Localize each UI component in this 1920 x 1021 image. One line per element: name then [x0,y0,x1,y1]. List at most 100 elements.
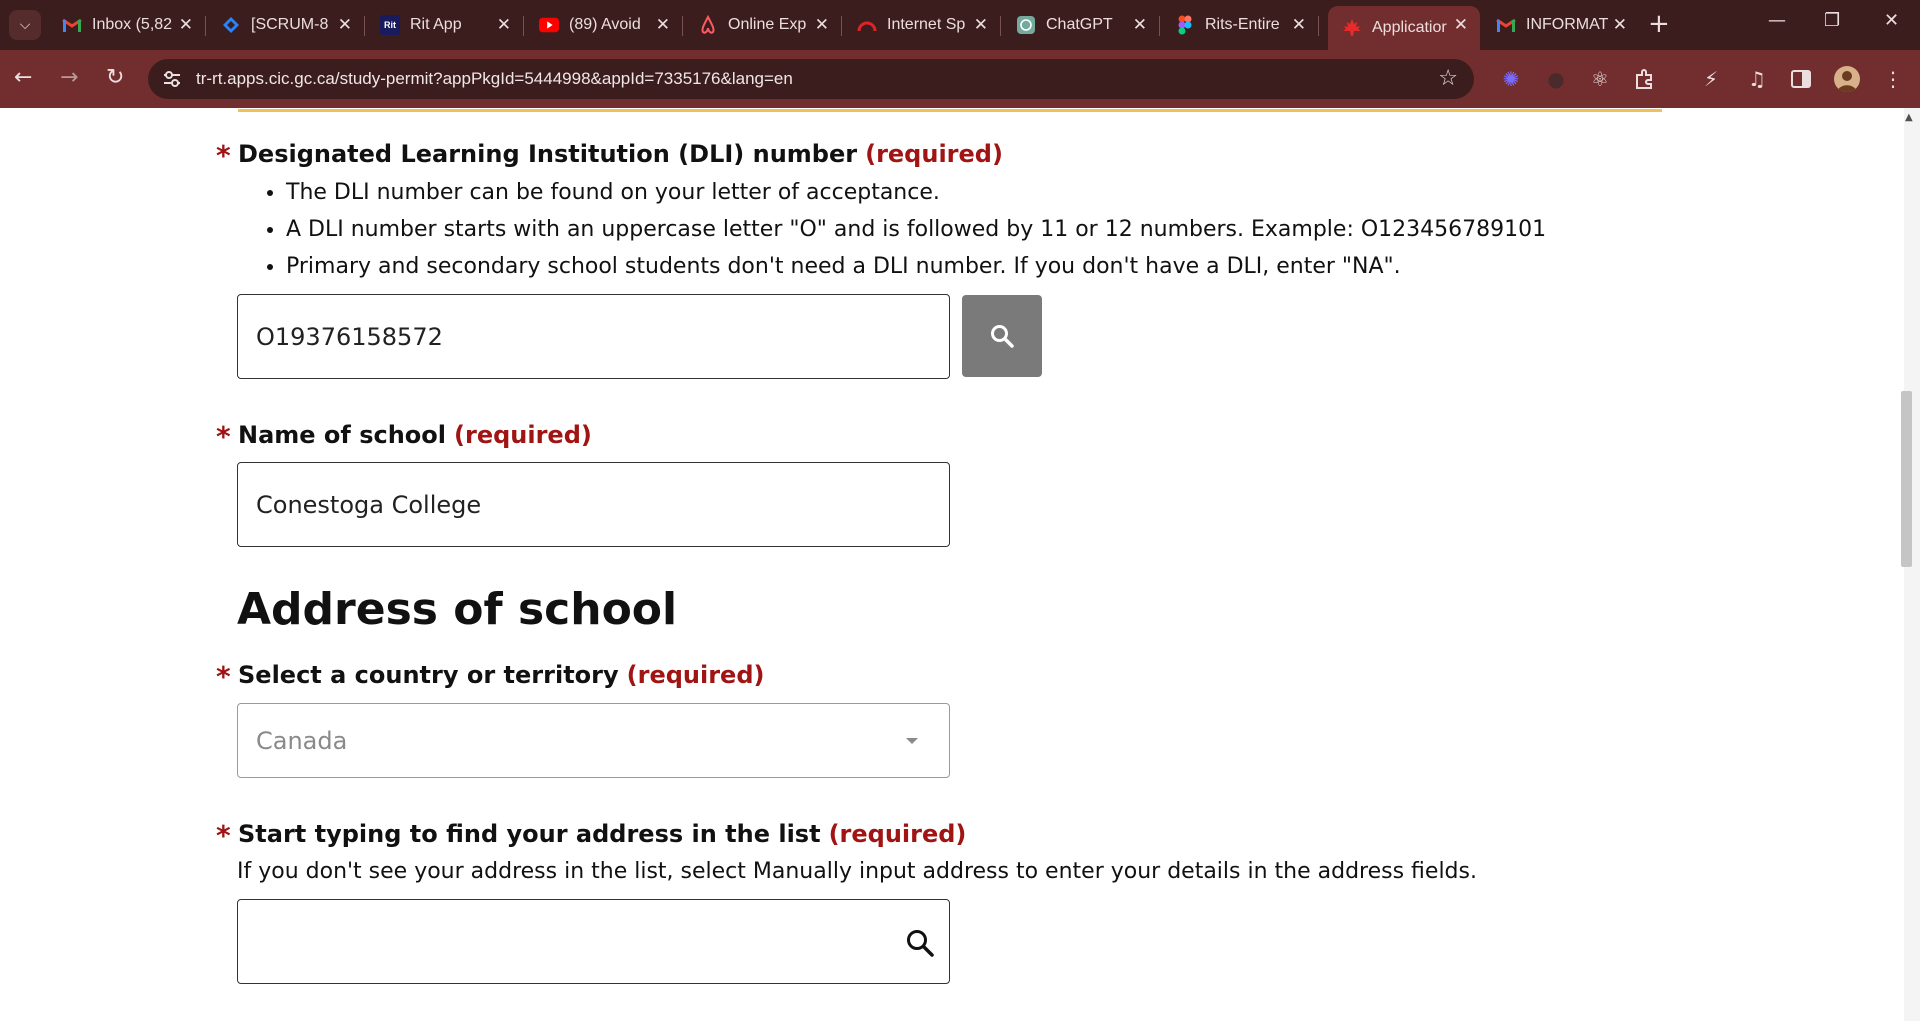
school-name-value: Conestoga College [256,490,482,519]
tab-close-icon[interactable]: ✕ [656,15,670,35]
page-content: * Designated Learning Institution (DLI) … [0,108,1904,1021]
country-select-value: Canada [256,726,348,755]
bookmark-star-icon[interactable]: ☆ [1438,66,1458,91]
browser-tab[interactable]: Rits-Entire ✕ [1161,6,1319,44]
school-name-label: Name of school (required) [238,421,592,449]
tab-close-icon[interactable]: ✕ [1454,15,1468,35]
required-asterisk: * [216,660,231,693]
tab-title: Applicatior [1372,19,1447,36]
address-search-label-text: Start typing to find your address in the… [238,820,821,848]
media-controls-icon[interactable]: ♫ [1744,66,1770,92]
address-search-input[interactable] [237,899,950,984]
country-label: Select a country or territory (required) [238,661,764,689]
scroll-up-arrow-icon[interactable]: ▲ [1905,112,1913,123]
country-select[interactable]: Canada [237,703,950,778]
search-icon [907,930,934,957]
browser-toolbar: ← → ↻ tr-rt.apps.cic.gc.ca/study-permit?… [0,50,1920,108]
tab-close-icon[interactable]: ✕ [338,15,352,35]
tab-title: (89) Avoid [569,16,641,33]
chatgpt-icon [1016,15,1036,35]
required-tag: (required) [828,820,967,848]
url-text: tr-rt.apps.cic.gc.ca/study-permit?appPkg… [196,69,793,88]
search-icon [991,325,1014,348]
country-label-text: Select a country or territory [238,661,619,689]
minimize-icon[interactable]: — [1768,10,1786,31]
extension-flower-icon[interactable]: ✺ [1498,66,1524,92]
jira-icon [221,15,241,35]
tab-close-icon[interactable]: ✕ [1292,15,1306,35]
tab-title: Internet Sp [887,16,966,33]
dli-hints: The DLI number can be found on your lett… [262,174,1546,285]
browser-tab-bar: ⌵ Inbox (5,82 ✕ [SCRUM-8 ✕ Rit Rit App ✕… [0,0,1920,50]
browser-tab[interactable]: Rit Rit App ✕ [366,6,524,44]
tab-close-icon[interactable]: ✕ [1133,15,1147,35]
forward-arrow-icon[interactable]: → [60,64,78,92]
browser-tab[interactable]: Inbox (5,82 ✕ [48,6,206,44]
required-tag: (required) [865,140,1003,168]
required-asterisk: * [216,819,231,852]
tab-search-chevron-icon[interactable]: ⌵ [9,10,41,40]
browser-menu-icon[interactable]: ⋮ [1880,66,1906,92]
extensions-puzzle-icon[interactable] [1632,66,1658,92]
tab-close-icon[interactable]: ✕ [974,15,988,35]
scrollbar-thumb[interactable] [1901,391,1912,567]
tab-title: Rits-Entire [1205,16,1280,33]
gmail-icon [1496,15,1516,35]
airbnb-icon [698,15,718,35]
extension-dark-icon[interactable]: ● [1543,66,1569,92]
required-tag: (required) [626,661,765,689]
alert-box-edge [238,108,1662,112]
browser-tab[interactable]: Internet Sp ✕ [843,6,1001,44]
site-settings-icon[interactable] [162,69,182,89]
speedtest-icon [857,15,877,35]
browser-tab[interactable]: ChatGPT ✕ [1002,6,1160,44]
profile-avatar[interactable] [1834,66,1860,92]
browser-tab[interactable]: Online Exp ✕ [684,6,842,44]
tab-title: [SCRUM-8 [251,16,329,33]
gmail-icon [62,15,82,35]
youtube-icon [539,15,559,35]
tab-title: Rit App [410,16,462,33]
address-search-hint: If you don't see your address in the lis… [237,859,1477,884]
address-search-label: Start typing to find your address in the… [238,820,966,848]
dli-hint-item: The DLI number can be found on your lett… [286,174,1546,211]
dropdown-arrow-icon [906,738,918,744]
back-arrow-icon[interactable]: ← [14,64,32,92]
dli-number-input[interactable]: O19376158572 [237,294,950,379]
tab-close-icon[interactable]: ✕ [815,15,829,35]
performance-icon[interactable]: ⚡ [1698,66,1724,92]
required-asterisk: * [216,420,231,453]
browser-tab[interactable]: (89) Avoid ✕ [525,6,683,44]
react-devtools-icon[interactable]: ⚛ [1587,66,1613,92]
tab-close-icon[interactable]: ✕ [1613,15,1627,35]
dli-hint-item: Primary and secondary school students do… [286,248,1546,285]
new-tab-plus-icon[interactable]: + [1648,10,1670,38]
dli-search-button[interactable] [962,295,1042,377]
dli-label-text: Designated Learning Institution (DLI) nu… [238,140,858,168]
address-bar[interactable]: tr-rt.apps.cic.gc.ca/study-permit?appPkg… [148,59,1474,99]
tab-title: INFORMAT [1526,16,1609,33]
tab-title: Inbox (5,82 [92,16,173,33]
browser-tab-active[interactable]: Applicatior ✕ [1328,6,1480,50]
tab-title: ChatGPT [1046,16,1113,33]
tab-close-icon[interactable]: ✕ [497,15,511,35]
tab-title: Online Exp [728,16,807,33]
rit-app-icon: Rit [380,15,400,35]
browser-tab[interactable]: INFORMAT ✕ [1482,6,1639,44]
browser-tab[interactable]: [SCRUM-8 ✕ [207,6,365,44]
canada-maple-leaf-icon [1342,18,1362,38]
required-tag: (required) [454,421,592,449]
tab-close-icon[interactable]: ✕ [179,15,193,35]
dli-label: Designated Learning Institution (DLI) nu… [238,140,1003,168]
restore-window-icon[interactable]: ❐ [1824,10,1840,31]
dli-hint-item: A DLI number starts with an uppercase le… [286,211,1546,248]
reload-icon[interactable]: ↻ [106,64,124,92]
school-name-label-text: Name of school [238,421,447,449]
school-name-input[interactable]: Conestoga College [237,462,950,547]
figma-icon [1175,15,1195,35]
close-window-icon[interactable]: ✕ [1884,10,1899,31]
dli-number-value: O19376158572 [256,322,443,351]
address-of-school-heading: Address of school [237,584,678,635]
side-panel-icon[interactable] [1788,66,1814,92]
required-asterisk: * [216,139,231,172]
